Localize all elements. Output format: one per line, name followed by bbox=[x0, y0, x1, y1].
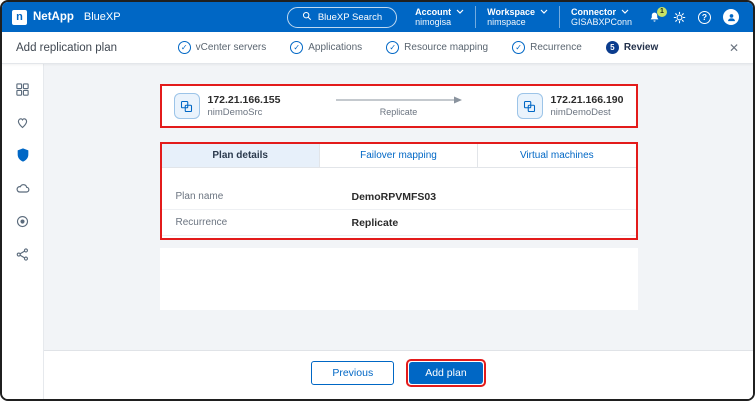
chevron-down-icon bbox=[540, 9, 548, 14]
brand: n NetApp BlueXP bbox=[12, 10, 121, 25]
replication-summary-card: 172.21.166.155 nimDemoSrc Replicate bbox=[160, 84, 638, 128]
bluexp-app-window: n NetApp BlueXP BlueXP Search Account ni… bbox=[0, 0, 755, 401]
plan-name-value: DemoRPVMFS03 bbox=[352, 191, 437, 203]
plan-name-label: Plan name bbox=[162, 191, 352, 202]
arrow-right-icon bbox=[334, 95, 464, 105]
wizard-step-vcenter-servers[interactable]: ✓ vCenter servers bbox=[178, 41, 267, 54]
add-plan-button[interactable]: Add plan bbox=[409, 362, 482, 384]
table-row: Recurrence Replicate bbox=[162, 210, 636, 236]
close-icon[interactable]: ✕ bbox=[729, 41, 739, 55]
step-number-badge: 5 bbox=[606, 41, 619, 54]
search-label: BlueXP Search bbox=[318, 12, 382, 23]
account-label: Account bbox=[415, 7, 451, 17]
review-tabs: Plan details Failover mapping Virtual ma… bbox=[162, 144, 636, 168]
vcenter-server-icon bbox=[517, 93, 543, 119]
chevron-down-icon bbox=[456, 9, 464, 14]
step-check-icon: ✓ bbox=[178, 41, 191, 54]
source-ip: 172.21.166.155 bbox=[208, 94, 281, 106]
brand-name: NetApp bbox=[33, 11, 74, 23]
step-label: Review bbox=[624, 42, 658, 53]
share-network-icon[interactable] bbox=[14, 245, 32, 263]
account-value: nimogisa bbox=[415, 17, 464, 27]
divider bbox=[475, 6, 476, 28]
page-title: Add replication plan bbox=[16, 42, 117, 54]
user-icon bbox=[726, 12, 737, 23]
step-label: vCenter servers bbox=[196, 42, 267, 53]
workspace-label: Workspace bbox=[487, 7, 535, 17]
tab-plan-details[interactable]: Plan details bbox=[162, 144, 320, 167]
destination-ip: 172.21.166.190 bbox=[551, 94, 624, 106]
wizard-footer: Previous Add plan bbox=[44, 350, 753, 399]
wizard-steps: ✓ vCenter servers ✓ Applications ✓ Resou… bbox=[117, 41, 719, 54]
user-avatar-button[interactable] bbox=[723, 9, 739, 25]
arrow-label: Replicate bbox=[380, 107, 418, 117]
brand-product: BlueXP bbox=[84, 11, 121, 23]
tab-virtual-machines[interactable]: Virtual machines bbox=[478, 144, 635, 167]
step-check-icon: ✓ bbox=[512, 41, 525, 54]
netapp-logo-icon: n bbox=[12, 10, 27, 25]
workspace-value: nimspace bbox=[487, 17, 548, 27]
connector-menu[interactable]: Connector GISABXPConn bbox=[571, 7, 632, 28]
wizard-step-recurrence[interactable]: ✓ Recurrence bbox=[512, 41, 582, 54]
wizard-header: Add replication plan ✓ vCenter servers ✓… bbox=[2, 32, 753, 64]
settings-button[interactable] bbox=[673, 11, 686, 24]
notifications-button[interactable]: 1 bbox=[648, 11, 661, 24]
shield-protection-icon[interactable] bbox=[14, 146, 32, 164]
notification-badge: 1 bbox=[657, 7, 667, 17]
tab-failover-mapping[interactable]: Failover mapping bbox=[320, 144, 478, 167]
top-bar: n NetApp BlueXP BlueXP Search Account ni… bbox=[2, 2, 753, 32]
gear-icon bbox=[673, 11, 686, 24]
account-menu[interactable]: Account nimogisa bbox=[415, 7, 464, 28]
search-icon bbox=[302, 11, 312, 24]
bluexp-search-button[interactable]: BlueXP Search bbox=[287, 7, 397, 28]
connector-value: GISABXPConn bbox=[571, 17, 632, 27]
destination-name: nimDemoDest bbox=[551, 107, 624, 118]
step-check-icon: ✓ bbox=[290, 41, 303, 54]
annotation-highlight: Add plan bbox=[406, 359, 485, 387]
recurrence-value: Replicate bbox=[352, 217, 399, 229]
step-check-icon: ✓ bbox=[386, 41, 399, 54]
left-sidebar bbox=[2, 64, 44, 399]
step-label: Applications bbox=[308, 42, 362, 53]
top-menus: Account nimogisa Workspace nimspace Conn… bbox=[415, 6, 632, 28]
workspace-menu[interactable]: Workspace nimspace bbox=[487, 7, 548, 28]
replicate-arrow: Replicate bbox=[334, 95, 464, 117]
divider bbox=[559, 6, 560, 28]
help-button[interactable]: ? bbox=[698, 11, 711, 24]
wizard-step-applications[interactable]: ✓ Applications bbox=[290, 41, 362, 54]
source-name: nimDemoSrc bbox=[208, 107, 281, 118]
destination-endpoint: 172.21.166.190 nimDemoDest bbox=[517, 93, 624, 119]
previous-button[interactable]: Previous bbox=[311, 361, 394, 385]
plan-details-card: Plan details Failover mapping Virtual ma… bbox=[160, 142, 638, 240]
wizard-step-resource-mapping[interactable]: ✓ Resource mapping bbox=[386, 41, 488, 54]
wizard-step-review[interactable]: 5 Review bbox=[606, 41, 658, 54]
plan-details-rows: Plan name DemoRPVMFS03 Recurrence Replic… bbox=[162, 168, 636, 238]
workloads-icon[interactable] bbox=[14, 80, 32, 98]
empty-panel bbox=[160, 248, 638, 310]
step-label: Resource mapping bbox=[404, 42, 488, 53]
main-content: 172.21.166.155 nimDemoSrc Replicate bbox=[44, 64, 753, 399]
heart-health-icon[interactable] bbox=[14, 113, 32, 131]
connector-label: Connector bbox=[571, 7, 616, 17]
chevron-down-icon bbox=[621, 9, 629, 14]
table-row: Plan name DemoRPVMFS03 bbox=[162, 184, 636, 210]
question-icon: ? bbox=[698, 11, 711, 24]
top-icon-group: 1 ? bbox=[648, 9, 739, 25]
recurrence-label: Recurrence bbox=[162, 217, 352, 228]
source-endpoint: 172.21.166.155 nimDemoSrc bbox=[174, 93, 281, 119]
step-label: Recurrence bbox=[530, 42, 582, 53]
target-discovery-icon[interactable] bbox=[14, 212, 32, 230]
cloud-backup-icon[interactable] bbox=[14, 179, 32, 197]
vcenter-server-icon bbox=[174, 93, 200, 119]
